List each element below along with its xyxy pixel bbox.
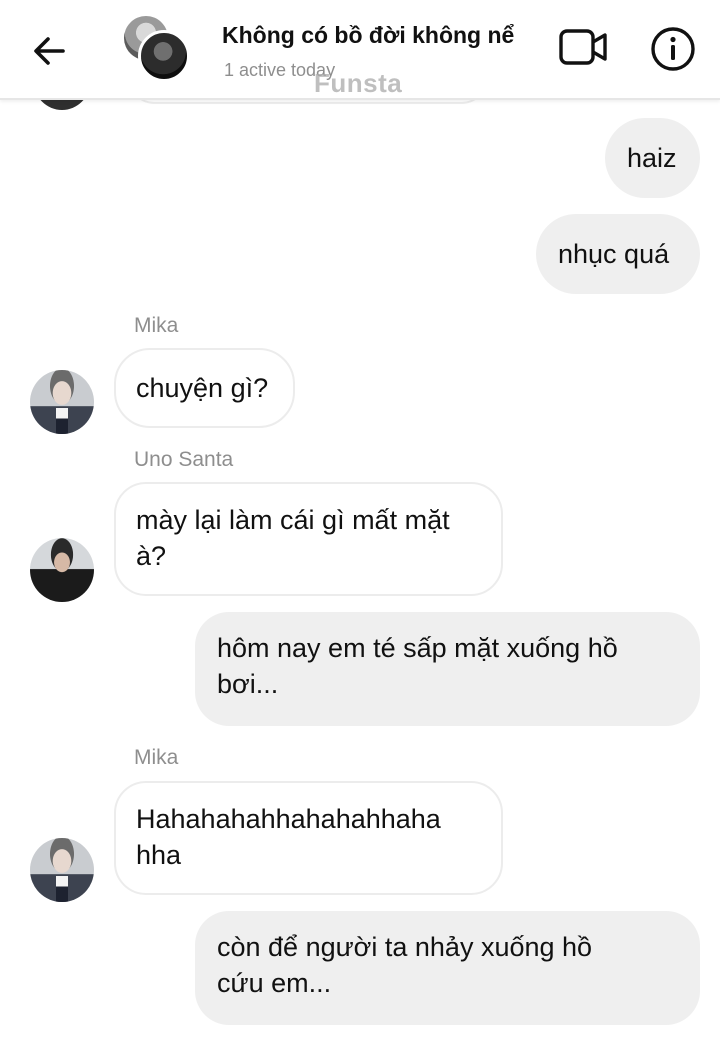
video-camera-icon (559, 29, 607, 65)
message-outgoing[interactable]: haiz (605, 118, 700, 198)
message-text-line: bơi... (217, 669, 279, 699)
message-incoming[interactable]: mày lại làm cái gì mất mặt à? (114, 482, 503, 596)
watermark: Funsta (314, 68, 403, 98)
message-incoming[interactable]: Hahahahahhahahahhaha hha (114, 781, 503, 895)
chat-title[interactable]: Không có bồ đời không nể (222, 22, 514, 49)
message-text-line: mày lại làm cái gì mất mặt (136, 505, 450, 535)
arrow-left-icon (34, 37, 65, 65)
message-text-line: Hahahahahhahahahhaha (136, 804, 441, 834)
message-text-line: hha (136, 840, 182, 870)
message-text-line: cứu em... (217, 968, 332, 998)
message-text: nhục quá (558, 238, 670, 269)
message-text: haiz (627, 142, 677, 173)
video-call-button[interactable] (556, 24, 610, 70)
sender-avatar[interactable] (30, 838, 94, 902)
chat-header: Không có bồ đời không nể 1 active today … (0, 0, 720, 100)
back-button[interactable] (26, 28, 72, 74)
info-icon (651, 27, 695, 71)
sender-avatar[interactable] (30, 538, 94, 602)
message-text: chuyện gì? (136, 372, 269, 403)
message-outgoing[interactable]: còn để người ta nhảy xuống hồ cứu em... (195, 911, 700, 1025)
group-avatar[interactable] (124, 16, 190, 82)
sender-name: Uno Santa (134, 448, 234, 471)
sender-name: Mika (134, 314, 179, 337)
message-outgoing[interactable]: nhục quá (536, 214, 700, 294)
sender-name: Mika (134, 746, 179, 769)
message-text-line: còn để người ta nhảy xuống hồ (217, 932, 593, 962)
sender-avatar[interactable] (30, 370, 94, 434)
message-outgoing[interactable]: hôm nay em té sấp mặt xuống hồ bơi... (195, 612, 700, 726)
group-avatar-member-2 (138, 30, 190, 82)
message-text-line: hôm nay em té sấp mặt xuống hồ (217, 633, 618, 663)
info-button[interactable] (648, 24, 698, 74)
message-text-line: à? (136, 541, 167, 571)
message-incoming[interactable]: chuyện gì? (114, 348, 295, 428)
